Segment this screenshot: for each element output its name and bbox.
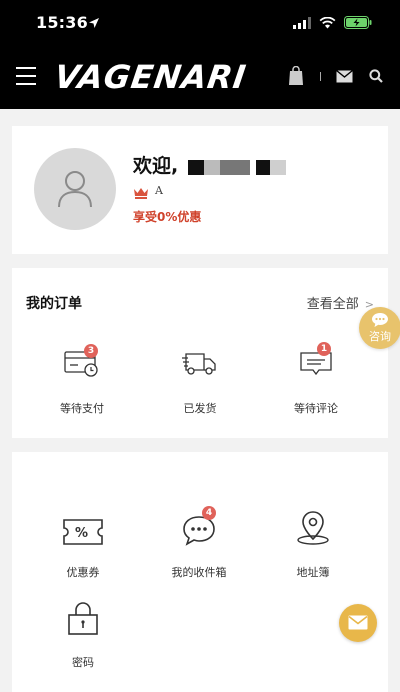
inbox-button[interactable]: 4 我的收件箱 [149, 506, 249, 580]
svg-text:%: % [75, 526, 88, 541]
discount-benefit: 享受0%优惠 [133, 210, 202, 224]
redacted-name [220, 160, 250, 175]
lock-icon [67, 602, 99, 640]
redacted-name [188, 160, 204, 175]
envelope-icon [348, 615, 368, 630]
order-badge: 1 [317, 342, 331, 356]
top-nav: VAGENARI [0, 44, 400, 109]
order-label: 等待评论 [294, 402, 338, 415]
redacted-name [256, 160, 270, 175]
search-icon[interactable] [369, 68, 383, 87]
consult-button[interactable]: 咨询 [359, 307, 400, 349]
mail-icon[interactable] [336, 68, 353, 87]
hamburger-menu-icon[interactable] [16, 67, 36, 85]
mail-fab-button[interactable] [339, 604, 377, 642]
consult-label: 咨询 [369, 330, 391, 343]
order-pending-review[interactable]: 1 等待评论 [266, 342, 366, 416]
order-shipped[interactable]: 已发货 [150, 350, 250, 416]
battery-icon [344, 14, 372, 33]
services-card: % 优惠券 4 我的收件箱 地址簿 密码 [12, 452, 388, 692]
service-label: 地址簿 [296, 566, 330, 579]
brand-logo[interactable]: VAGENARI [52, 54, 252, 102]
user-icon [58, 171, 92, 208]
service-label: 密码 [72, 656, 94, 669]
logo-text: VAGENARI [56, 58, 249, 96]
welcome-text: 欢迎, [133, 155, 179, 177]
view-all-link[interactable]: 查看全部 > [307, 293, 374, 312]
service-label: 优惠券 [66, 566, 100, 579]
wifi-icon [319, 14, 336, 33]
member-level: A [155, 184, 163, 197]
view-all-label: 查看全部 [306, 297, 359, 312]
address-book-button[interactable]: 地址簿 [263, 511, 363, 580]
orders-card: 我的订单 查看全部 > 3 等待支付 已发货 1 等待评论 [12, 268, 388, 438]
signal-icon [293, 14, 311, 33]
coupons-button[interactable]: % 优惠券 [33, 514, 133, 580]
shopping-bag-icon[interactable] [288, 65, 304, 90]
comment-icon: 1 [299, 342, 333, 382]
location-pin-icon [295, 510, 331, 550]
crown-icon [133, 184, 149, 203]
wallet-clock-icon: 3 [64, 344, 100, 382]
redacted-name [204, 160, 220, 175]
order-label: 已发货 [183, 402, 217, 415]
status-time: 15:36 [36, 13, 88, 32]
password-button[interactable]: 密码 [33, 602, 133, 670]
avatar[interactable] [34, 148, 116, 230]
order-label: 等待支付 [60, 402, 104, 415]
status-icons [293, 14, 372, 33]
status-bar: 15:36 [0, 0, 400, 44]
coupon-icon: % [63, 518, 103, 550]
chat-bubble-icon: 4 [182, 506, 216, 550]
service-label: 我的收件箱 [171, 566, 227, 579]
redacted-name [270, 160, 286, 175]
orders-title: 我的订单 [26, 296, 82, 312]
order-pending-payment[interactable]: 3 等待支付 [32, 344, 132, 416]
location-arrow-icon [88, 14, 100, 33]
profile-card: 欢迎, A 享受0%优惠 [12, 126, 388, 254]
inbox-badge: 4 [202, 506, 216, 520]
nav-divider [320, 72, 321, 81]
order-badge: 3 [84, 344, 98, 358]
truck-icon [182, 350, 218, 382]
